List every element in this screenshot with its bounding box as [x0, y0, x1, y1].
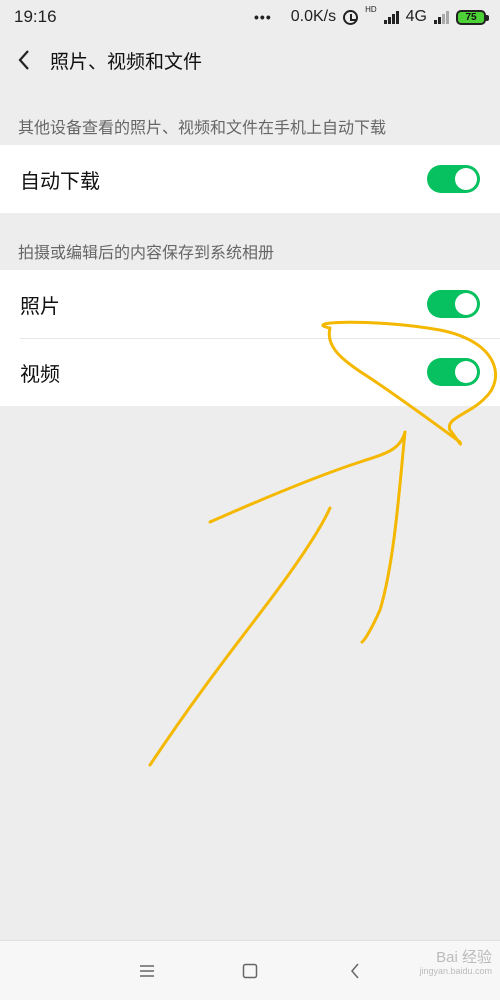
section-header-save-to-album: 拍摄或编辑后的内容保存到系统相册: [18, 243, 275, 262]
setting-label: 自动下载: [20, 168, 100, 193]
photos-toggle[interactable]: [427, 290, 480, 318]
setting-row-photos: 照片: [0, 270, 500, 338]
auto-download-card: 自动下载: [0, 145, 500, 213]
network-type: 4G: [405, 8, 427, 25]
videos-toggle[interactable]: [427, 358, 480, 386]
signal-strength-icon: [383, 10, 399, 24]
save-to-album-card: 照片 视频: [0, 270, 500, 406]
signal-strength-2-icon: [434, 10, 449, 24]
setting-row-auto-download: 自动下载: [0, 145, 500, 213]
back-arrow-icon[interactable]: [12, 48, 36, 72]
section-header-auto-download: 其他设备查看的照片、视频和文件在手机上自动下载: [18, 118, 387, 137]
network-speed: 0.0K/s: [290, 8, 337, 25]
nav-bar: 照片、视频和文件: [0, 34, 500, 86]
annotation-arrow-shaft: [148, 506, 332, 767]
toggle-knob: [455, 293, 477, 315]
auto-download-toggle[interactable]: [427, 165, 480, 193]
toggle-knob: [455, 168, 477, 190]
status-icons: ••• 0.0K/s HD 4G 75: [254, 5, 489, 26]
status-bar: 19:16 ••• 0.0K/s HD 4G 75: [0, 0, 500, 34]
watermark: Bai 经验 jingyan.baidu.com: [419, 949, 492, 976]
setting-label: 视频: [20, 361, 60, 386]
alarm-icon: [343, 9, 359, 25]
setting-row-videos: 视频: [0, 338, 500, 406]
hd-label: HD: [365, 5, 377, 14]
back-icon[interactable]: [343, 959, 367, 983]
status-time: 19:16: [14, 7, 57, 26]
setting-label: 照片: [20, 293, 60, 318]
toggle-knob: [455, 361, 477, 383]
battery-icon: 75: [456, 9, 489, 25]
home-icon[interactable]: [238, 959, 262, 983]
menu-icon[interactable]: [135, 959, 159, 983]
annotation-arrow-head: [208, 430, 407, 644]
watermark-sub: jingyan.baidu.com: [419, 965, 492, 976]
watermark-text: Bai 经验: [436, 949, 492, 966]
more-dots-icon: •••: [254, 9, 272, 25]
page-title: 照片、视频和文件: [50, 50, 203, 73]
